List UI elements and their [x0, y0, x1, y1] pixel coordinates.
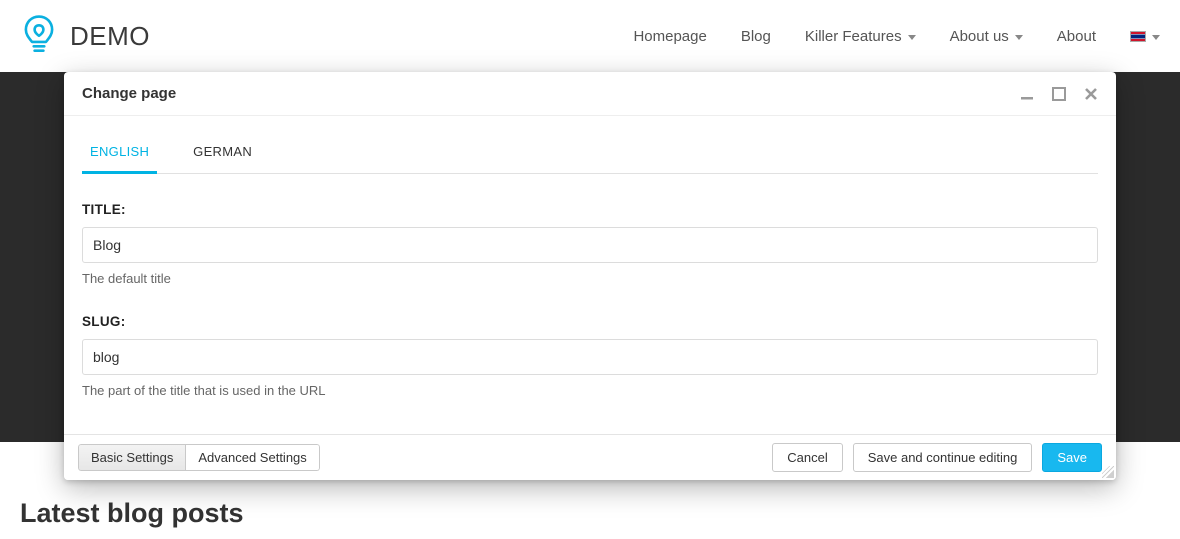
window-controls — [1020, 87, 1098, 101]
save-continue-button[interactable]: Save and continue editing — [853, 443, 1033, 472]
nav-item-blog[interactable]: Blog — [741, 28, 771, 45]
nav-label: Blog — [741, 28, 771, 45]
nav-item-about[interactable]: About — [1057, 28, 1096, 45]
change-page-modal: Change page English German TITLE: The de… — [64, 72, 1116, 480]
slug-help: The part of the title that is used in th… — [82, 383, 1098, 398]
topbar: DEMO Homepage Blog Killer Features About… — [0, 0, 1180, 72]
brand-name: DEMO — [70, 21, 150, 52]
modal-title: Change page — [82, 85, 176, 102]
chevron-down-icon — [908, 35, 916, 40]
modal-scroll-area[interactable]: English German TITLE: The default title … — [82, 122, 1098, 428]
modal-footer: Basic Settings Advanced Settings Cancel … — [64, 434, 1116, 480]
save-button[interactable]: Save — [1042, 443, 1102, 472]
lang-tab-english[interactable]: English — [82, 134, 157, 174]
footer-actions: Cancel Save and continue editing Save — [772, 443, 1102, 472]
language-switcher[interactable] — [1130, 31, 1160, 42]
language-tabs: English German — [82, 134, 1098, 174]
nav-item-killer-features[interactable]: Killer Features — [805, 28, 916, 45]
nav-label: About — [1057, 28, 1096, 45]
resize-handle[interactable] — [1102, 466, 1114, 478]
maximize-button[interactable] — [1052, 87, 1066, 101]
lang-tab-german[interactable]: German — [185, 134, 260, 174]
field-slug: SLUG: The part of the title that is used… — [82, 314, 1098, 398]
tab-basic-settings[interactable]: Basic Settings — [78, 444, 186, 471]
modal-body: English German TITLE: The default title … — [64, 116, 1116, 480]
main-nav: Homepage Blog Killer Features About us A… — [633, 28, 1160, 45]
settings-tabs: Basic Settings Advanced Settings — [78, 444, 320, 471]
minimize-button[interactable] — [1020, 87, 1034, 101]
chevron-down-icon — [1015, 35, 1023, 40]
section-heading: Latest blog posts — [20, 498, 244, 529]
modal-header: Change page — [64, 72, 1116, 116]
nav-label: Homepage — [633, 28, 706, 45]
nav-label: About us — [950, 28, 1009, 45]
slug-label: SLUG: — [82, 314, 1098, 329]
uk-flag-icon — [1130, 31, 1146, 42]
cancel-button[interactable]: Cancel — [772, 443, 842, 472]
nav-item-about-us[interactable]: About us — [950, 28, 1023, 45]
title-input[interactable] — [82, 227, 1098, 263]
logo[interactable]: DEMO — [20, 13, 150, 60]
chevron-down-icon — [1152, 35, 1160, 40]
nav-item-homepage[interactable]: Homepage — [633, 28, 706, 45]
nav-label: Killer Features — [805, 28, 902, 45]
close-button[interactable] — [1084, 87, 1098, 101]
title-label: TITLE: — [82, 202, 1098, 217]
slug-input[interactable] — [82, 339, 1098, 375]
field-title: TITLE: The default title — [82, 202, 1098, 286]
tab-advanced-settings[interactable]: Advanced Settings — [186, 444, 319, 471]
lightbulb-icon — [20, 13, 58, 60]
title-help: The default title — [82, 271, 1098, 286]
